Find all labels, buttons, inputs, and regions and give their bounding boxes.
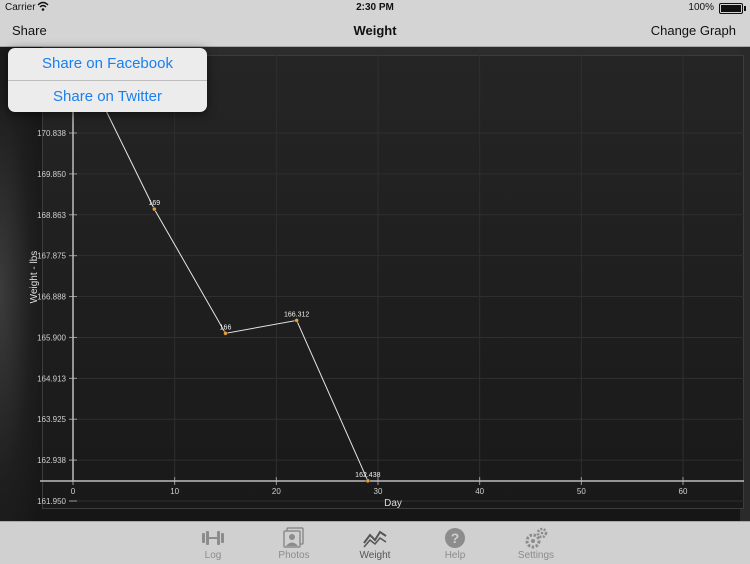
photos-icon [281,527,307,549]
tab-weight[interactable]: Weight [340,522,410,564]
share-twitter-option[interactable]: Share on Twitter [8,81,207,112]
x-tick-label: 50 [577,487,586,496]
data-point [365,478,371,484]
y-tick-label: 167.875 [37,252,66,261]
weight-chart[interactable]: 161.950 162.938 163.925 164.913 165.900 166.8… [0,47,750,521]
tab-weight-label: Weight [359,550,391,561]
x-tick-label: 40 [475,487,484,496]
y-tick-label: 168.863 [37,211,66,220]
y-tick-label: 169.850 [37,170,66,179]
gears-icon [523,527,549,549]
status-bar: Carrier 2:30 PM 100% [0,0,750,16]
y-tick-label: 166.888 [37,293,66,302]
y-tick-label: 164.913 [37,374,66,383]
change-graph-button[interactable]: Change Graph [651,23,736,38]
dumbbell-icon [200,527,226,549]
y-tick-label: 165.900 [37,333,66,342]
share-popover: Share on Facebook Share on Twitter [8,48,207,112]
data-label: 169 [148,200,160,207]
data-point [152,206,157,212]
share-facebook-option[interactable]: Share on Facebook [8,48,207,80]
y-tick-label: 161.950 [37,497,66,506]
help-icon: ? [442,527,468,549]
tab-photos-label: Photos [278,550,310,561]
tab-log-label: Log [204,550,222,561]
x-tick-label: 20 [272,487,281,496]
x-axis-title: Day [384,498,402,509]
tab-settings[interactable]: Settings [501,522,571,564]
navigation-bar: Share Weight Change Graph [0,16,750,47]
x-tick-label: 30 [374,487,383,496]
y-axis-title: Weight - lbs [29,251,40,304]
tab-settings-label: Settings [517,550,555,561]
y-tick-label: 162.938 [37,456,66,465]
data-point [294,318,299,323]
tab-photos[interactable]: Photos [259,522,329,564]
data-label: 162.438 [355,472,380,479]
y-tick-label: 163.925 [37,415,66,424]
battery-percent: 100% [688,2,714,13]
page-title: Weight [353,23,397,38]
weight-series-line [82,63,369,481]
battery-icon [719,3,746,14]
tab-help-label: Help [444,550,466,561]
svg-text:?: ? [451,530,460,546]
data-label: 166.312 [284,311,309,318]
tab-help[interactable]: ? Help [420,522,490,564]
data-label: 166 [220,324,232,331]
tab-log[interactable]: Log [178,522,248,564]
graph-icon [362,527,388,549]
x-tick-label: 10 [170,487,179,496]
y-tick-label: 170.838 [37,129,66,138]
tab-bar: Log Photos Weight ? Help Settings [0,521,750,564]
data-point [223,331,228,336]
clock: 2:30 PM [356,2,394,13]
x-tick-label: 60 [679,487,688,496]
x-tick-label: 0 [71,487,76,496]
